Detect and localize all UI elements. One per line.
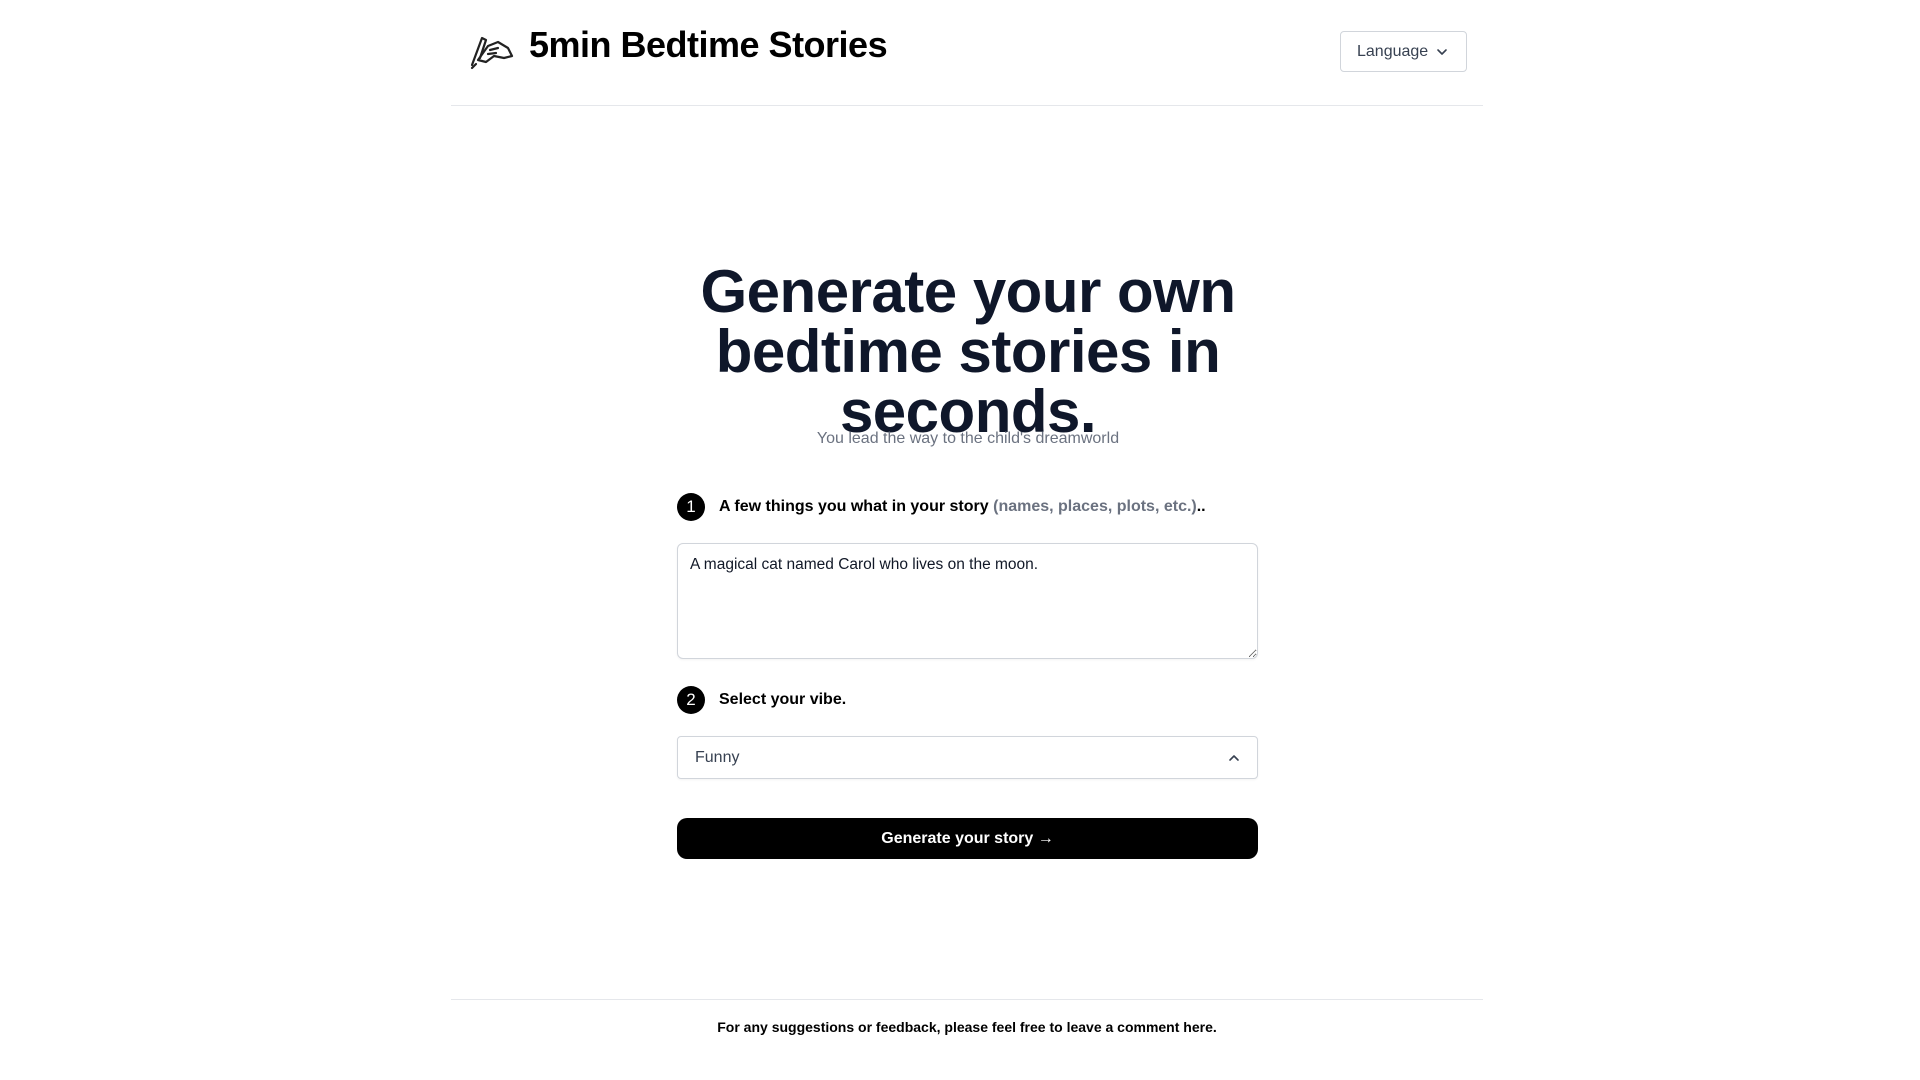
app-title[interactable]: 5min Bedtime Stories: [529, 24, 888, 66]
hero-title: Generate your own bedtime stories in sec…: [560, 262, 1376, 442]
footer-text: For any suggestions or feedback, please …: [717, 1019, 1184, 1035]
footer-text-end: .: [1212, 1019, 1217, 1035]
generate-story-button[interactable]: Generate your story →: [677, 818, 1258, 859]
step-number-badge: 1: [677, 493, 705, 521]
chevron-up-icon: [1229, 755, 1239, 761]
step-1-suffix: ..: [1196, 498, 1206, 515]
step-number-badge: 2: [677, 686, 705, 714]
feedback-link[interactable]: here: [1183, 1019, 1213, 1035]
vibe-selected-value: Funny: [695, 748, 740, 766]
step-1-label-text: A few things you what in your story: [719, 498, 989, 515]
site-footer: For any suggestions or feedback, please …: [451, 999, 1483, 1035]
step-2-label: Select your vibe.: [719, 691, 847, 708]
step-1-label: A few things you what in your story (nam…: [719, 498, 1206, 516]
step-1-hint: (names, places, plots, etc.): [993, 498, 1197, 515]
hero-subtitle: You lead the way to the child's dreamwor…: [816, 430, 1120, 447]
language-label: Language: [1357, 42, 1429, 60]
vibe-select[interactable]: Funny: [677, 736, 1258, 779]
story-ideas-textarea[interactable]: [677, 543, 1258, 659]
step-1-header: 1 A few things you what in your story (n…: [677, 493, 1206, 521]
step-2-header: 2 Select your vibe.: [677, 686, 846, 714]
site-header: 5min Bedtime Stories Language: [451, 0, 1483, 106]
writing-hand-icon[interactable]: [468, 28, 516, 70]
chevron-down-icon: [1437, 49, 1447, 55]
language-dropdown-button[interactable]: Language: [1340, 31, 1467, 72]
hero-title-line-1: Generate your own: [700, 258, 1236, 326]
page: 5min Bedtime Stories Language Generate y…: [0, 0, 1920, 1080]
hero-title-line-2: bedtime stories in: [715, 318, 1221, 386]
